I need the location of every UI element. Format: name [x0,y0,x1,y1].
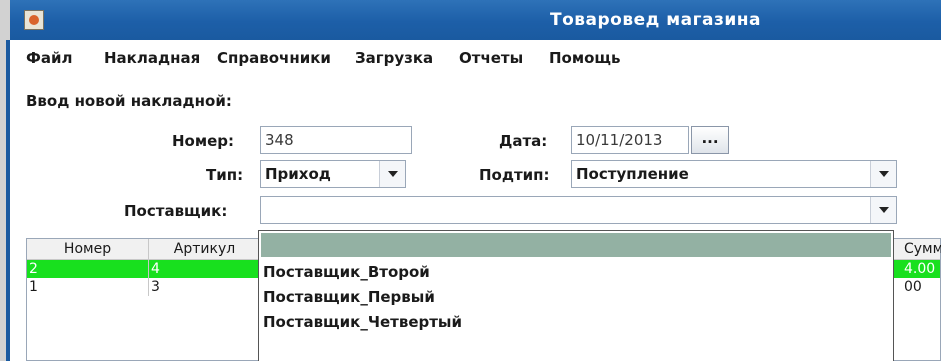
cell-sum: 4.00 [904,261,936,277]
type-label: Тип: [206,166,244,184]
window-frame-left [0,0,10,361]
supplier-dropdown-list: Поставщик_Второй Поставщик_Первый Постав… [258,230,894,361]
menu-directories[interactable]: Справочники [217,49,331,67]
menu-load[interactable]: Загрузка [355,49,433,67]
dropdown-option-empty[interactable] [261,233,891,257]
date-picker-button[interactable]: ... [691,126,729,154]
number-label: Номер: [172,132,235,150]
supplier-label: Поставщик: [124,202,228,220]
subtype-combo-value: Поступление [576,165,689,183]
menu-bar: Файл Накладная Справочники Загрузка Отче… [14,40,941,76]
menu-help[interactable]: Помощь [549,49,621,67]
column-header-article[interactable]: Артикул [149,239,261,260]
column-header-sum[interactable]: Сумма [902,239,941,260]
type-combo-value: Приход [265,165,331,183]
number-field[interactable]: 348 [260,126,412,154]
form-heading: Ввод новой накладной: [26,92,232,110]
cell-number: 1 [27,278,149,296]
dropdown-option[interactable]: Поставщик_Четвертый [263,313,462,331]
column-header-number[interactable]: Номер [27,239,149,260]
cell-sum: 00 [904,279,922,295]
date-label: Дата: [499,132,548,150]
cell-article: 3 [149,278,261,296]
chevron-down-icon[interactable] [870,161,896,187]
dropdown-option[interactable]: Поставщик_Второй [263,263,430,281]
type-combo[interactable]: Приход [260,160,406,188]
menu-reports[interactable]: Отчеты [459,49,523,67]
title-bar[interactable]: Товаровед магазина [10,0,941,40]
chevron-down-icon[interactable] [379,161,405,187]
cell-article: 4 [149,260,261,278]
dropdown-option[interactable]: Поставщик_Первый [263,288,435,306]
subtype-label: Подтип: [479,166,550,184]
subtype-combo[interactable]: Поступление [571,160,897,188]
supplier-combo[interactable] [260,196,897,224]
window-title: Товаровед магазина [550,10,762,30]
chevron-down-icon[interactable] [870,197,896,223]
date-field[interactable]: 10/11/2013 [571,126,689,154]
cell-number: 2 [27,260,149,278]
menu-file[interactable]: Файл [26,49,73,67]
menu-invoice[interactable]: Накладная [104,49,200,67]
java-cup-icon [24,10,44,30]
